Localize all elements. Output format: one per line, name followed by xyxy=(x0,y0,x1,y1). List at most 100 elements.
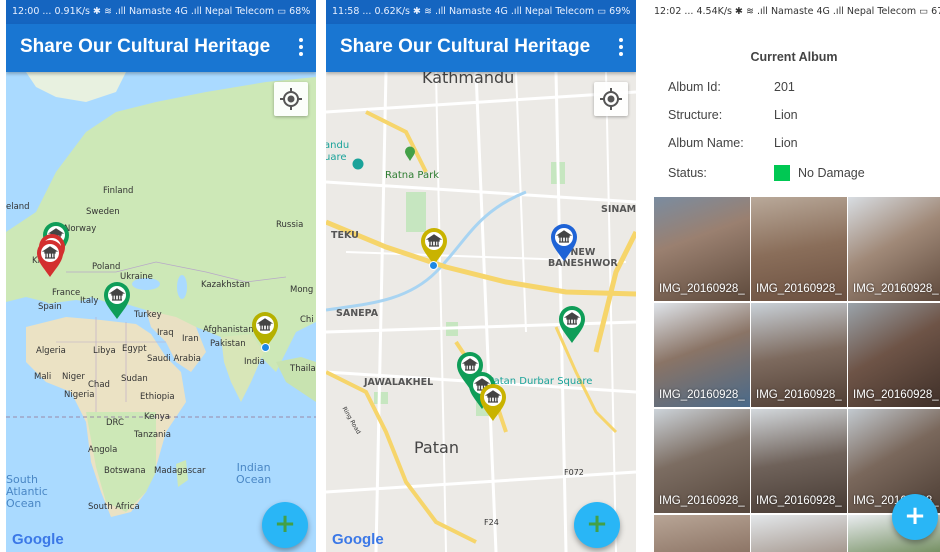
map-label: Italy xyxy=(80,296,99,306)
photo-label: IMG_20160928_ xyxy=(756,389,842,401)
plus-icon: + xyxy=(904,501,926,531)
album-id-value: 201 xyxy=(774,80,795,94)
map-label: Tanzania xyxy=(134,430,172,440)
photo-tile[interactable]: IMG_20160928_ xyxy=(751,303,847,407)
map-label: South Africa xyxy=(88,502,140,512)
world-map[interactable]: Finland Sweden Norway eland Russia Kin P… xyxy=(6,72,316,552)
screen-world-map: 12:00 ... 0.91K/s ✱ ≋ .ıll Namaste 4G .ı… xyxy=(6,0,316,552)
status-bar: 12:02 ... 4.54K/s ✱ ≋ .ıll Namaste 4G .ı… xyxy=(648,0,940,24)
map-label: Saudi Arabia xyxy=(147,354,201,364)
my-location-button[interactable] xyxy=(274,82,308,116)
add-site-button[interactable]: + xyxy=(574,502,620,548)
map-label: Spain xyxy=(38,302,62,312)
add-photo-button[interactable]: + xyxy=(892,494,938,540)
app-bar: Share Our Cultural Heritage xyxy=(326,24,636,72)
photo-tile[interactable]: IMG_20160928_ xyxy=(654,409,750,513)
google-logo: Google xyxy=(12,531,64,548)
map-label: Ethiopia xyxy=(140,392,175,402)
photo-tile[interactable]: IMG_20160928_ xyxy=(751,197,847,301)
photo-tile[interactable]: IMG_20160928_ xyxy=(848,303,940,407)
app-bar: Share Our Cultural Heritage xyxy=(6,24,316,72)
heritage-site-icon[interactable] xyxy=(103,282,131,320)
map-label: Chad xyxy=(88,380,110,390)
map-label-park: Ratna Park xyxy=(385,170,440,181)
map-label: Kenya xyxy=(144,412,171,422)
map-label-road: F072 xyxy=(564,468,584,477)
map-label: Iraq xyxy=(157,328,174,338)
structure-value: Lion xyxy=(774,108,798,122)
plus-icon: + xyxy=(274,509,296,539)
my-location-button[interactable] xyxy=(594,82,628,116)
map-label: Thailan xyxy=(290,364,316,374)
app-title: Share Our Cultural Heritage xyxy=(20,36,271,57)
map-label-ocean: South Atlantic Ocean xyxy=(6,473,48,510)
map-label-city: Patan xyxy=(414,438,459,457)
map-label: SANEPA xyxy=(336,308,379,319)
google-logo: Google xyxy=(332,531,384,548)
photo-label: IMG_20160928_ xyxy=(756,283,842,295)
photo-tile[interactable] xyxy=(654,515,750,552)
current-location-dot xyxy=(261,343,270,352)
map-label: SINAM xyxy=(601,204,636,215)
more-vert-icon[interactable] xyxy=(616,36,626,60)
map-label: JAWALAKHEL xyxy=(364,377,434,388)
map-label: Mong xyxy=(290,285,314,295)
map-label: Chi xyxy=(300,315,314,325)
map-label: Niger xyxy=(62,372,85,382)
photo-tile[interactable]: IMG_20160928_ xyxy=(654,303,750,407)
map-label: Pakistan xyxy=(210,339,246,349)
status-bar: 11:58 ... 0.62K/s ✱ ≋ .ıll Namaste 4G .ı… xyxy=(326,0,636,24)
map-label: Botswana xyxy=(104,466,146,476)
map-label: Libya xyxy=(93,346,116,356)
map-label: Madagascar xyxy=(154,466,206,476)
structure-label: Structure: xyxy=(668,108,723,122)
add-site-button[interactable]: + xyxy=(262,502,308,548)
heritage-site-icon[interactable] xyxy=(36,240,64,278)
heritage-site-icon[interactable] xyxy=(550,224,578,262)
map-label: Sweden xyxy=(86,207,120,217)
map-label-road: F24 xyxy=(484,518,499,527)
photo-tile[interactable] xyxy=(751,515,847,552)
map-label: Mali xyxy=(34,372,52,382)
heritage-site-icon[interactable] xyxy=(479,384,507,422)
map-label: Nigeria xyxy=(64,390,95,400)
city-map[interactable]: Kathmandu andu uare Ratna Park SINAM TEK… xyxy=(326,72,636,552)
photo-tile[interactable]: IMG_20160928_ xyxy=(654,197,750,301)
map-label: Afghanistan xyxy=(203,325,254,335)
current-location-dot xyxy=(429,261,438,270)
status-color-indicator xyxy=(774,165,790,181)
park-icon xyxy=(405,146,415,161)
screen-album-detail: 12:02 ... 4.54K/s ✱ ≋ .ıll Namaste 4G .ı… xyxy=(648,0,940,552)
status-value: No Damage xyxy=(798,166,865,180)
map-label: Angola xyxy=(88,445,118,455)
more-vert-icon[interactable] xyxy=(296,36,306,60)
my-location-icon xyxy=(280,88,302,110)
photo-tile[interactable]: IMG_20160928_ xyxy=(848,197,940,301)
map-label: Algeria xyxy=(36,346,66,356)
screen-city-map: 11:58 ... 0.62K/s ✱ ≋ .ıll Namaste 4G .ı… xyxy=(326,0,636,552)
map-label: Russia xyxy=(276,220,304,230)
plus-icon: + xyxy=(586,509,608,539)
album-id-label: Album Id: xyxy=(668,80,721,94)
album-name-label: Album Name: xyxy=(668,136,744,150)
map-label-ocean: Indian Ocean xyxy=(236,461,272,486)
map-label-city: Kathmandu xyxy=(422,72,515,87)
album-name-value: Lion xyxy=(774,136,798,150)
map-label: TEKU xyxy=(331,230,359,241)
heritage-site-icon[interactable] xyxy=(558,306,586,344)
map-label: eland xyxy=(6,202,30,212)
photo-label: IMG_20160928_ xyxy=(659,283,745,295)
map-label: Egypt xyxy=(122,344,147,354)
map-label: France xyxy=(52,288,81,298)
photo-label: IMG_20160928_ xyxy=(756,495,842,507)
map-label: Kazakhstan xyxy=(201,280,250,290)
map-label: Sudan xyxy=(121,374,148,384)
status-bar: 12:00 ... 0.91K/s ✱ ≋ .ıll Namaste 4G .ı… xyxy=(6,0,316,24)
map-label: Turkey xyxy=(134,310,162,320)
photo-tile[interactable]: IMG_20160928_ xyxy=(751,409,847,513)
map-label: Poland xyxy=(92,262,121,272)
map-label: DRC xyxy=(106,418,124,428)
album-title: Current Album xyxy=(750,50,838,64)
map-label: Finland xyxy=(103,186,134,196)
my-location-icon xyxy=(600,88,622,110)
